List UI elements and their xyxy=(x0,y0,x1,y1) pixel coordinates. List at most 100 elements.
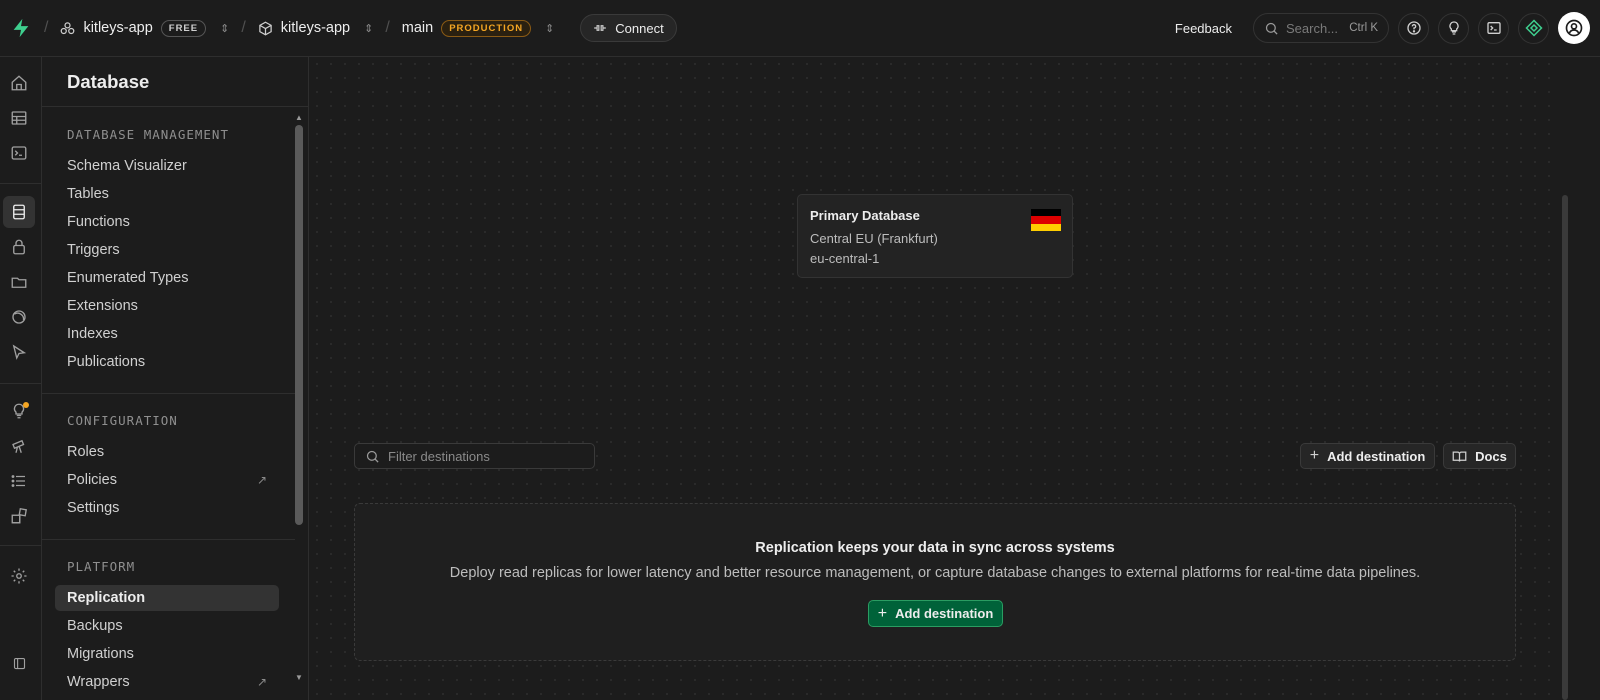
organization-icon xyxy=(60,21,75,36)
sidebar-item-backups[interactable]: Backups xyxy=(55,613,279,639)
plus-icon: + xyxy=(1309,447,1320,464)
rail-divider xyxy=(0,383,42,384)
project-box-icon xyxy=(258,21,273,36)
org-name: kitleys-app xyxy=(83,20,153,36)
section-heading-database-management: DATABASE MANAGEMENT xyxy=(67,127,229,142)
rail-divider xyxy=(0,545,42,546)
connect-button[interactable]: Connect xyxy=(580,14,677,42)
search-placeholder: Search... xyxy=(1286,20,1339,36)
storage-icon[interactable] xyxy=(3,266,35,298)
auth-icon[interactable] xyxy=(3,231,35,263)
reports-icon[interactable] xyxy=(3,430,35,462)
sidebar-item-settings[interactable]: Settings xyxy=(55,495,279,521)
collapse-sidebar-icon[interactable] xyxy=(3,647,35,679)
external-link-icon: ↗ xyxy=(256,473,267,487)
search-icon xyxy=(1264,21,1279,36)
primary-database-card[interactable]: Primary Database Central EU (Frankfurt) … xyxy=(797,194,1073,278)
breadcrumb-separator: / xyxy=(44,19,49,36)
scroll-down-icon[interactable]: ▼ xyxy=(295,673,303,682)
docs-label: Docs xyxy=(1475,448,1507,464)
terminal-icon[interactable] xyxy=(1478,12,1509,44)
top-bar: / kitleys-app FREE ⇕ / kitleys-app ⇕ / m… xyxy=(0,0,1600,57)
sidebar-item-label: Wrappers xyxy=(67,674,130,690)
empty-state-description: Deploy read replicas for lower latency a… xyxy=(449,565,1421,581)
plug-icon xyxy=(593,21,607,35)
sidebar-item-label: Policies xyxy=(67,472,117,488)
primary-database-region: Central EU (Frankfurt) xyxy=(810,231,938,246)
primary-database-title: Primary Database xyxy=(810,208,920,223)
section-heading-platform: PLATFORM xyxy=(67,559,136,574)
sidebar-title: Database xyxy=(42,57,308,107)
search-shortcut: Ctrl K xyxy=(1349,22,1378,34)
plus-icon: + xyxy=(877,604,888,622)
scrollbar-thumb[interactable] xyxy=(1562,195,1568,700)
chevron-updown-icon[interactable]: ⇕ xyxy=(364,22,373,35)
branch-selector[interactable]: main PRODUCTION ⇕ xyxy=(401,19,554,37)
book-icon xyxy=(1452,449,1467,464)
assistant-icon[interactable] xyxy=(1518,12,1549,44)
section-divider xyxy=(42,539,295,540)
database-icon[interactable] xyxy=(3,196,35,228)
home-icon[interactable] xyxy=(3,67,35,99)
replication-empty-state: Replication keeps your data in sync acro… xyxy=(354,503,1516,661)
section-heading-configuration: CONFIGURATION xyxy=(67,413,178,428)
search-button[interactable]: Search... Ctrl K xyxy=(1253,13,1389,43)
settings-icon[interactable] xyxy=(3,560,35,592)
lightbulb-icon[interactable] xyxy=(1438,12,1469,44)
user-avatar[interactable] xyxy=(1558,12,1590,44)
feedback-button[interactable]: Feedback xyxy=(1175,21,1232,36)
search-icon xyxy=(365,449,380,464)
primary-database-region-code: eu-central-1 xyxy=(810,251,880,266)
production-badge: PRODUCTION xyxy=(441,19,532,37)
org-selector[interactable]: kitleys-app FREE ⇕ xyxy=(60,19,229,37)
sidebar-item-migrations[interactable]: Migrations xyxy=(55,641,279,667)
sql-editor-icon[interactable] xyxy=(3,137,35,169)
project-name: kitleys-app xyxy=(280,20,351,36)
sidebar-item-policies[interactable]: Policies ↗ xyxy=(55,467,279,493)
integrations-icon[interactable] xyxy=(3,500,35,532)
sidebar-item-functions[interactable]: Functions xyxy=(55,209,279,235)
database-sidebar: Database DATABASE MANAGEMENT Schema Visu… xyxy=(42,57,309,700)
filter-destinations-input[interactable] xyxy=(388,448,578,464)
breadcrumb-separator: / xyxy=(241,19,246,36)
filter-destinations-field[interactable] xyxy=(354,443,595,469)
add-destination-button[interactable]: + Add destination xyxy=(1300,443,1435,469)
advisors-icon[interactable] xyxy=(3,395,35,427)
scroll-up-icon[interactable]: ▲ xyxy=(295,113,303,122)
sidebar-item-extensions[interactable]: Extensions xyxy=(55,293,279,319)
section-divider xyxy=(42,393,295,394)
external-link-icon: ↗ xyxy=(256,675,267,689)
sidebar-item-publications[interactable]: Publications xyxy=(55,349,279,375)
realtime-icon[interactable] xyxy=(3,301,35,333)
table-editor-icon[interactable] xyxy=(3,102,35,134)
scrollbar-thumb[interactable] xyxy=(295,125,303,525)
replication-canvas: Primary Database Central EU (Frankfurt) … xyxy=(310,57,1562,700)
chevron-updown-icon[interactable]: ⇕ xyxy=(545,22,554,35)
edge-functions-icon[interactable] xyxy=(3,336,35,368)
sidebar-item-wrappers[interactable]: Wrappers ↗ xyxy=(55,669,279,695)
notification-dot xyxy=(23,402,29,408)
logs-icon[interactable] xyxy=(3,465,35,497)
sidebar-item-tables[interactable]: Tables xyxy=(55,181,279,207)
branch-name: main xyxy=(401,20,434,36)
supabase-logo-icon[interactable] xyxy=(10,17,32,39)
project-selector[interactable]: kitleys-app ⇕ xyxy=(258,20,373,36)
sidebar-item-schema-visualizer[interactable]: Schema Visualizer xyxy=(55,153,279,179)
add-destination-label: Add destination xyxy=(895,606,994,621)
sidebar-scrollbar[interactable]: ▲ ▼ xyxy=(294,113,304,683)
plan-badge: FREE xyxy=(160,19,207,37)
breadcrumb-separator: / xyxy=(385,19,390,36)
sidebar-item-enumerated-types[interactable]: Enumerated Types xyxy=(55,265,279,291)
rail-divider xyxy=(0,183,42,184)
add-destination-label: Add destination xyxy=(1327,448,1426,464)
empty-state-heading: Replication keeps your data in sync acro… xyxy=(755,540,1115,556)
sidebar-item-triggers[interactable]: Triggers xyxy=(55,237,279,263)
chevron-updown-icon[interactable]: ⇕ xyxy=(220,22,229,35)
add-destination-primary-button[interactable]: + Add destination xyxy=(868,600,1003,627)
help-icon[interactable] xyxy=(1398,12,1429,44)
main-scrollbar[interactable] xyxy=(1562,57,1600,700)
docs-button[interactable]: Docs xyxy=(1443,443,1516,469)
sidebar-item-replication[interactable]: Replication xyxy=(55,585,279,611)
sidebar-item-roles[interactable]: Roles xyxy=(55,439,279,465)
sidebar-item-indexes[interactable]: Indexes xyxy=(55,321,279,347)
